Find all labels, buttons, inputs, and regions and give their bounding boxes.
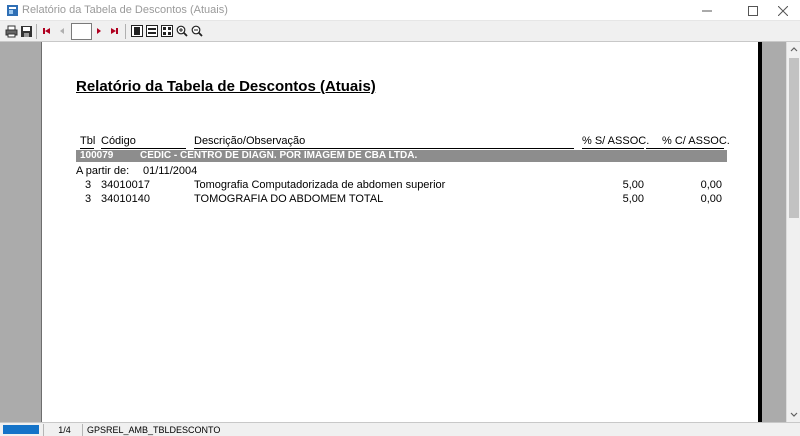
column-header-pct-com-assoc: % C/ ASSOC. xyxy=(662,135,730,147)
status-bar: 1/4 GPSREL_AMB_TBLDESCONTO xyxy=(0,422,800,436)
maximize-icon xyxy=(748,5,758,16)
scroll-thumb[interactable] xyxy=(789,58,799,218)
last-page-icon xyxy=(111,28,118,34)
row-2-tbl: 3 xyxy=(85,193,92,205)
row-2-pct-sem-assoc: 5,00 xyxy=(622,193,644,205)
first-page-button[interactable] xyxy=(40,24,54,38)
row-1-pct-sem-assoc: 5,00 xyxy=(622,179,644,191)
column-header-pct-sem-assoc: % S/ ASSOC. xyxy=(582,135,650,147)
toolbar-separator xyxy=(125,24,126,39)
chevron-down-icon xyxy=(790,412,798,417)
previous-page-button[interactable] xyxy=(55,24,69,38)
report-viewer[interactable]: Relatório da Tabela de Descontos (Atuais… xyxy=(0,42,786,422)
zoom-out-button[interactable] xyxy=(190,24,204,38)
header-underline xyxy=(101,148,186,149)
save-button[interactable] xyxy=(19,24,33,38)
group-name: CEDIC - CENTRO DE DIAGN. POR IMAGEM DE C… xyxy=(140,150,418,161)
zoom-in-icon xyxy=(176,25,188,37)
page-shadow xyxy=(758,42,762,422)
column-header-codigo: Código xyxy=(101,135,136,147)
report-title: Relatório da Tabela de Descontos (Atuais… xyxy=(76,78,376,95)
minimize-icon xyxy=(702,10,712,11)
vertical-scrollbar[interactable] xyxy=(786,42,800,422)
maximize-button[interactable] xyxy=(738,0,768,21)
previous-page-icon xyxy=(60,28,64,34)
close-button[interactable] xyxy=(768,0,798,21)
multiple-pages-icon xyxy=(161,25,173,37)
last-page-button[interactable] xyxy=(107,24,121,38)
floppy-disk-icon xyxy=(20,25,32,37)
page-number-input[interactable] xyxy=(71,23,92,40)
title-bar: Relatório da Tabela de Descontos (Atuais… xyxy=(0,0,800,21)
row-2-descricao: TOMOGRAFIA DO ABDOMEM TOTAL xyxy=(194,193,384,205)
first-page-icon xyxy=(43,28,50,34)
row-1-descricao: Tomografia Computadorizada de abdomen su… xyxy=(194,179,446,191)
header-underline xyxy=(80,148,94,149)
row-1-tbl: 3 xyxy=(85,179,92,191)
chevron-up-icon xyxy=(790,47,798,52)
column-header-descricao: Descrição/Observação xyxy=(194,135,306,147)
next-page-icon xyxy=(97,28,101,34)
app-icon xyxy=(7,5,18,16)
header-underline xyxy=(194,148,574,149)
whole-page-icon xyxy=(131,25,143,37)
start-date-value: 01/11/2004 xyxy=(143,165,198,177)
scroll-up-button[interactable] xyxy=(787,42,800,56)
row-2-pct-com-assoc: 0,00 xyxy=(700,193,722,205)
zoom-in-button[interactable] xyxy=(175,24,189,38)
report-page: Relatório da Tabela de Descontos (Atuais… xyxy=(42,42,758,422)
scroll-down-button[interactable] xyxy=(787,408,800,422)
print-button[interactable] xyxy=(4,24,18,38)
column-header-tbl: Tbl xyxy=(80,135,96,147)
multiple-pages-button[interactable] xyxy=(160,24,174,38)
next-page-button[interactable] xyxy=(92,24,106,38)
toolbar xyxy=(0,21,800,42)
group-code: 100079 xyxy=(80,150,114,161)
progress-indicator xyxy=(3,425,39,434)
minimize-button[interactable] xyxy=(692,0,722,21)
page-width-icon xyxy=(146,25,158,37)
row-1-codigo: 34010017 xyxy=(101,179,150,191)
page-width-button[interactable] xyxy=(145,24,159,38)
zoom-out-icon xyxy=(191,25,203,37)
group-header-bar: 100079 CEDIC - CENTRO DE DIAGN. POR IMAG… xyxy=(76,150,727,162)
printer-icon xyxy=(5,25,17,37)
row-1-pct-com-assoc: 0,00 xyxy=(700,179,722,191)
header-underline xyxy=(646,148,724,149)
close-icon xyxy=(778,5,788,16)
status-page-count: 1/4 xyxy=(43,424,81,436)
toolbar-separator xyxy=(36,24,37,39)
window-title: Relatório da Tabela de Descontos (Atuais… xyxy=(22,4,228,16)
start-date-label: A partir de: xyxy=(76,165,130,177)
status-report-name: GPSREL_AMB_TBLDESCONTO xyxy=(82,424,262,436)
row-2-codigo: 34010140 xyxy=(101,193,150,205)
header-underline xyxy=(582,148,644,149)
whole-page-button[interactable] xyxy=(130,24,144,38)
